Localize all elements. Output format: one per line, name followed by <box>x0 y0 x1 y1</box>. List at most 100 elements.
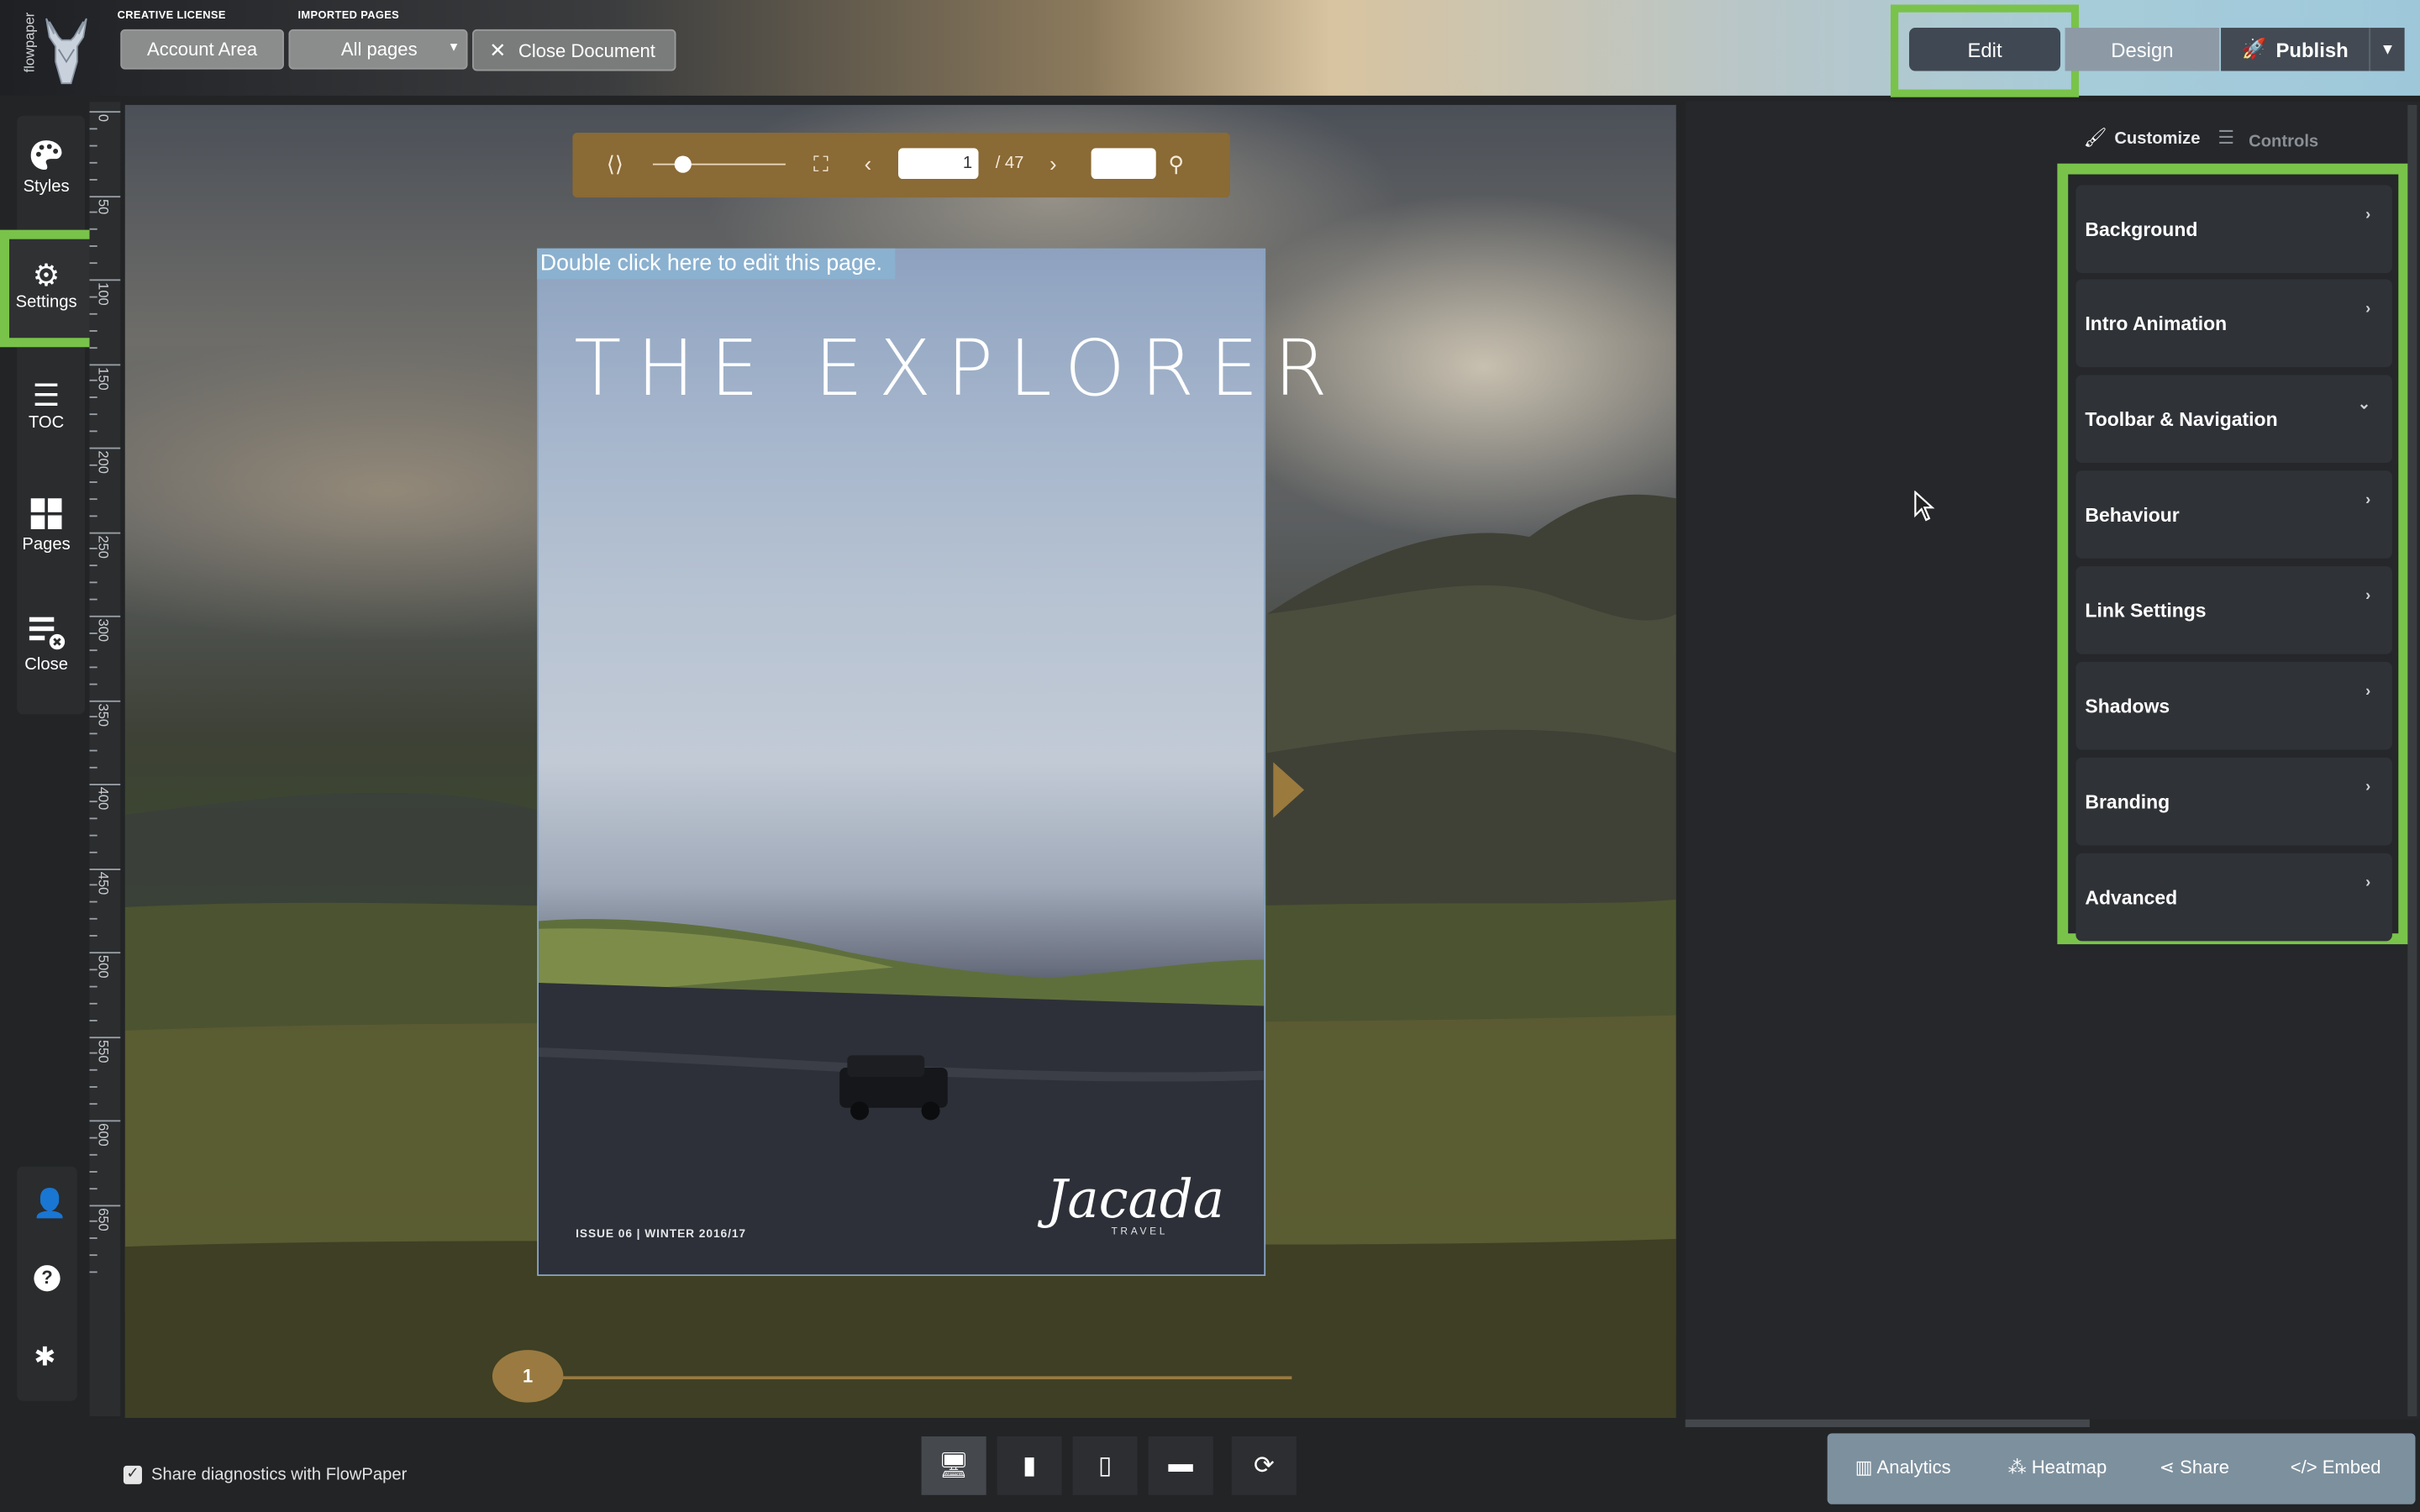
publish-dropdown-icon[interactable]: ▼ <box>2369 28 2405 71</box>
ruler-tick <box>89 1120 121 1122</box>
heatmap-button[interactable]: ⁂ Heatmap <box>2008 1457 2107 1478</box>
section-advanced[interactable]: Advanced › <box>2075 853 2392 942</box>
ruler-minor-tick <box>89 413 97 416</box>
search-icon[interactable]: ⚲ <box>1168 151 1184 177</box>
fullscreen-icon[interactable]: ⛶ <box>813 151 829 177</box>
tab-customize[interactable]: Customize <box>2114 129 2200 148</box>
page-number-input[interactable]: 1 <box>897 148 979 180</box>
zoom-slider-track[interactable] <box>652 163 786 165</box>
ruler-minor-tick <box>89 430 97 433</box>
phone-icon[interactable]: ▯ <box>1072 1436 1138 1495</box>
ruler-minor-tick <box>89 801 97 802</box>
ruler-label: 100 <box>95 282 112 306</box>
ruler-minor-tick <box>89 1002 97 1005</box>
section-label: Intro Animation <box>2085 312 2228 335</box>
design-mode-button[interactable]: Design <box>2065 28 2220 71</box>
user-icon[interactable]: 👤 <box>33 1188 67 1221</box>
ruler-tick <box>89 868 121 869</box>
page-scrubber-knob[interactable]: 1 <box>492 1350 564 1403</box>
section-toolbar-navigation[interactable]: Toolbar & Navigation ⌄ <box>2075 375 2392 464</box>
ruler-minor-tick <box>89 851 97 853</box>
bug-icon[interactable]: ✱ <box>34 1342 55 1373</box>
analytics-button[interactable]: ▥ Analytics <box>1855 1457 1951 1478</box>
ruler-minor-tick <box>89 682 97 685</box>
ruler-tick <box>89 363 121 365</box>
pages-select[interactable]: All pages ▼ <box>288 29 468 70</box>
desktop-icon[interactable]: 🖥 <box>921 1436 986 1495</box>
help-icon[interactable]: ? <box>34 1265 60 1292</box>
sidebar-item-pages[interactable]: Pages <box>3 496 90 554</box>
sidebar-item-label: Styles <box>23 177 70 197</box>
ruler-label: 50 <box>95 198 112 214</box>
chart-icon: ▥ <box>1854 1456 1877 1478</box>
ruler-minor-tick <box>89 497 97 500</box>
zoom-slider-handle[interactable] <box>674 155 692 173</box>
ruler-minor-tick <box>89 262 97 265</box>
imported-pages-label: IMPORTED PAGES <box>297 10 400 22</box>
edit-mode-button[interactable]: Edit <box>1909 28 2061 71</box>
vertical-scrollbar[interactable] <box>2407 104 2417 1417</box>
edit-page-hint[interactable]: Double click here to edit this page. <box>537 248 895 280</box>
ruler-tick <box>89 279 121 281</box>
ruler-minor-tick <box>89 380 97 382</box>
chevron-right-icon: › <box>2365 874 2371 892</box>
publish-label: Publish <box>2275 37 2349 61</box>
landscape-icon[interactable]: ▬ <box>1148 1436 1213 1495</box>
section-behaviour[interactable]: Behaviour › <box>2075 470 2392 559</box>
ruler-minor-tick <box>89 1221 97 1223</box>
section-label: Background <box>2085 218 2198 241</box>
ruler-minor-tick <box>89 1086 97 1089</box>
ruler-minor-tick <box>89 564 97 567</box>
ruler-minor-tick <box>89 767 97 769</box>
ruler-minor-tick <box>89 632 97 634</box>
share-icon: ⋖ <box>2159 1456 2181 1478</box>
publish-button[interactable]: 🚀 Publish <box>2221 28 2370 71</box>
chevron-right-icon: › <box>2365 587 2371 605</box>
chevron-down-icon: ⌄ <box>2357 396 2371 414</box>
ruler-label: 400 <box>95 786 112 811</box>
ruler-minor-tick <box>89 396 97 399</box>
prev-page-icon[interactable]: ‹ <box>865 151 872 176</box>
section-link-settings[interactable]: Link Settings › <box>2075 566 2392 654</box>
diagnostics-checkbox[interactable]: ✓ <box>123 1465 142 1484</box>
sidebar-item-styles[interactable]: Styles <box>3 139 90 196</box>
ruler-label: 550 <box>95 1039 112 1063</box>
sliders-icon: ☰ <box>2217 126 2235 149</box>
device-preview-bar: 🖥 ▮ ▯ ▬ ⟳ <box>921 1436 1298 1495</box>
section-branding[interactable]: Branding › <box>2075 757 2392 846</box>
embed-button[interactable]: </> Embed <box>2291 1457 2381 1478</box>
ruler-tick <box>89 952 121 954</box>
share-icon[interactable]: ⟨⟩ <box>607 151 623 177</box>
share-button[interactable]: ⋖ Share <box>2160 1457 2229 1478</box>
close-document-button[interactable]: ✕ Close Document <box>472 29 676 71</box>
sidebar-item-close[interactable]: Close <box>3 614 90 675</box>
section-intro-animation[interactable]: Intro Animation › <box>2075 279 2392 368</box>
ruler-minor-tick <box>89 935 97 937</box>
section-shadows[interactable]: Shadows › <box>2075 661 2392 750</box>
ruler-tick <box>89 1036 121 1038</box>
ruler-minor-tick <box>89 346 97 349</box>
embed-label: Embed <box>2322 1456 2381 1478</box>
sidebar-item-settings[interactable]: ⚙ Settings <box>3 260 90 312</box>
rotate-icon[interactable]: ⟳ <box>1231 1436 1297 1495</box>
chevron-right-icon: › <box>2365 491 2371 510</box>
sidebar-item-toc[interactable]: ☰ TOC <box>3 380 90 432</box>
close-document-label: Close Document <box>518 39 655 61</box>
deer-logo-icon <box>45 18 87 85</box>
ruler-tick <box>89 195 121 197</box>
horizontal-scrollbar[interactable] <box>1685 1419 2090 1427</box>
section-background[interactable]: Background › <box>2075 185 2392 274</box>
ruler-minor-tick <box>89 144 97 147</box>
next-page-icon[interactable]: › <box>1050 151 1057 176</box>
vertical-ruler: 0 50 100 150 200 250 300 350 400 450 500 550 600 650 <box>89 102 121 1417</box>
ruler-tick <box>89 531 121 533</box>
tab-controls[interactable]: Controls <box>2249 133 2318 151</box>
search-input[interactable] <box>1091 148 1156 180</box>
app-window: flowpaper CREATIVE LICENSE Account Area … <box>0 0 2420 1512</box>
page-scrubber-track[interactable] <box>524 1376 1292 1380</box>
tablet-icon[interactable]: ▮ <box>997 1436 1062 1495</box>
account-area-button[interactable]: Account Area <box>120 29 284 70</box>
next-page-arrow-icon[interactable] <box>1273 762 1305 818</box>
left-sidebar-bottom: 👤 ? ✱ <box>17 1166 77 1401</box>
ruler-label: 150 <box>95 366 112 390</box>
